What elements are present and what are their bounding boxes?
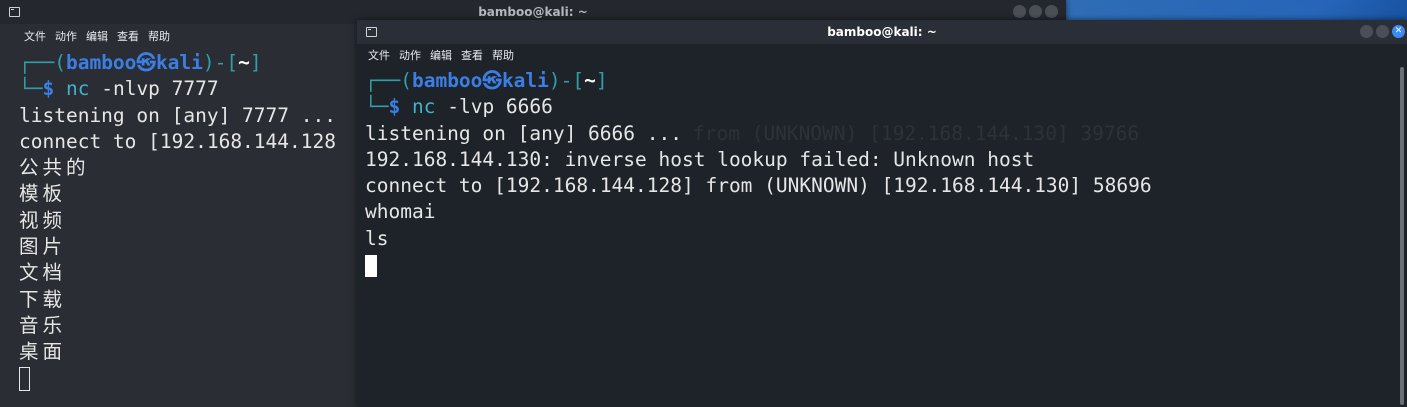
terminal-icon xyxy=(9,7,20,17)
menu-file[interactable]: 文件 xyxy=(24,28,46,44)
maximize-button[interactable] xyxy=(1376,25,1389,38)
menu-actions[interactable]: 动作 xyxy=(399,47,421,63)
close-button[interactable] xyxy=(1045,5,1058,18)
scrollbar[interactable] xyxy=(1397,65,1407,407)
window-controls: ✕ xyxy=(1360,25,1405,38)
terminal-icon xyxy=(366,27,377,37)
output-line: whomai xyxy=(365,200,436,224)
menu-file[interactable]: 文件 xyxy=(368,47,390,63)
output-line: connect to [192.168.144.128] from (UNKNO… xyxy=(365,174,1152,198)
output-line: 192.168.144.130: inverse host lookup fai… xyxy=(365,147,1035,171)
terminal-output[interactable]: ┌──(bamboo㉿kali)-[~] └─$ nc -lvp 6666 li… xyxy=(357,68,1407,278)
window-title: bamboo@kali: ~ xyxy=(478,5,588,19)
minimize-button[interactable] xyxy=(1013,5,1026,18)
output-line: listening on [any] 6666 ... from (UNKNOWN… xyxy=(365,121,1407,147)
output-line: ls xyxy=(365,226,389,250)
close-button[interactable]: ✕ xyxy=(1392,25,1405,38)
menu-edit[interactable]: 编辑 xyxy=(430,47,452,63)
minimize-button[interactable] xyxy=(1360,25,1373,38)
menu-help[interactable]: 帮助 xyxy=(492,47,514,63)
menu-help[interactable]: 帮助 xyxy=(148,28,170,44)
cursor-line xyxy=(365,252,1407,278)
background-text: from (UNKNOWN) [192.168.144.130] 39766 xyxy=(693,121,1140,145)
command-line: └─$ nc -lvp 6666 xyxy=(365,95,553,119)
prompt-line: ┌──(bamboo㉿kali)-[~] xyxy=(365,69,608,92)
menu-actions[interactable]: 动作 xyxy=(55,28,77,44)
menu-bar: 文件 动作 编辑 查看 帮助 xyxy=(357,46,1407,64)
terminal-window-front[interactable]: bamboo@kali: ~ ✕ 文件 动作 编辑 查看 帮助 ┌──(bamb… xyxy=(357,20,1407,407)
window-controls xyxy=(1013,5,1058,18)
menu-edit[interactable]: 编辑 xyxy=(86,28,108,44)
text-cursor xyxy=(365,254,377,277)
text-cursor xyxy=(19,367,30,392)
menu-view[interactable]: 查看 xyxy=(117,28,139,44)
window-title: bamboo@kali: ~ xyxy=(827,25,937,39)
title-bar[interactable]: bamboo@kali: ~ ✕ xyxy=(357,20,1407,44)
close-icon: ✕ xyxy=(1394,26,1403,36)
menu-view[interactable]: 查看 xyxy=(461,47,483,63)
maximize-button[interactable] xyxy=(1029,5,1042,18)
scrollbar-thumb[interactable] xyxy=(1400,67,1404,405)
